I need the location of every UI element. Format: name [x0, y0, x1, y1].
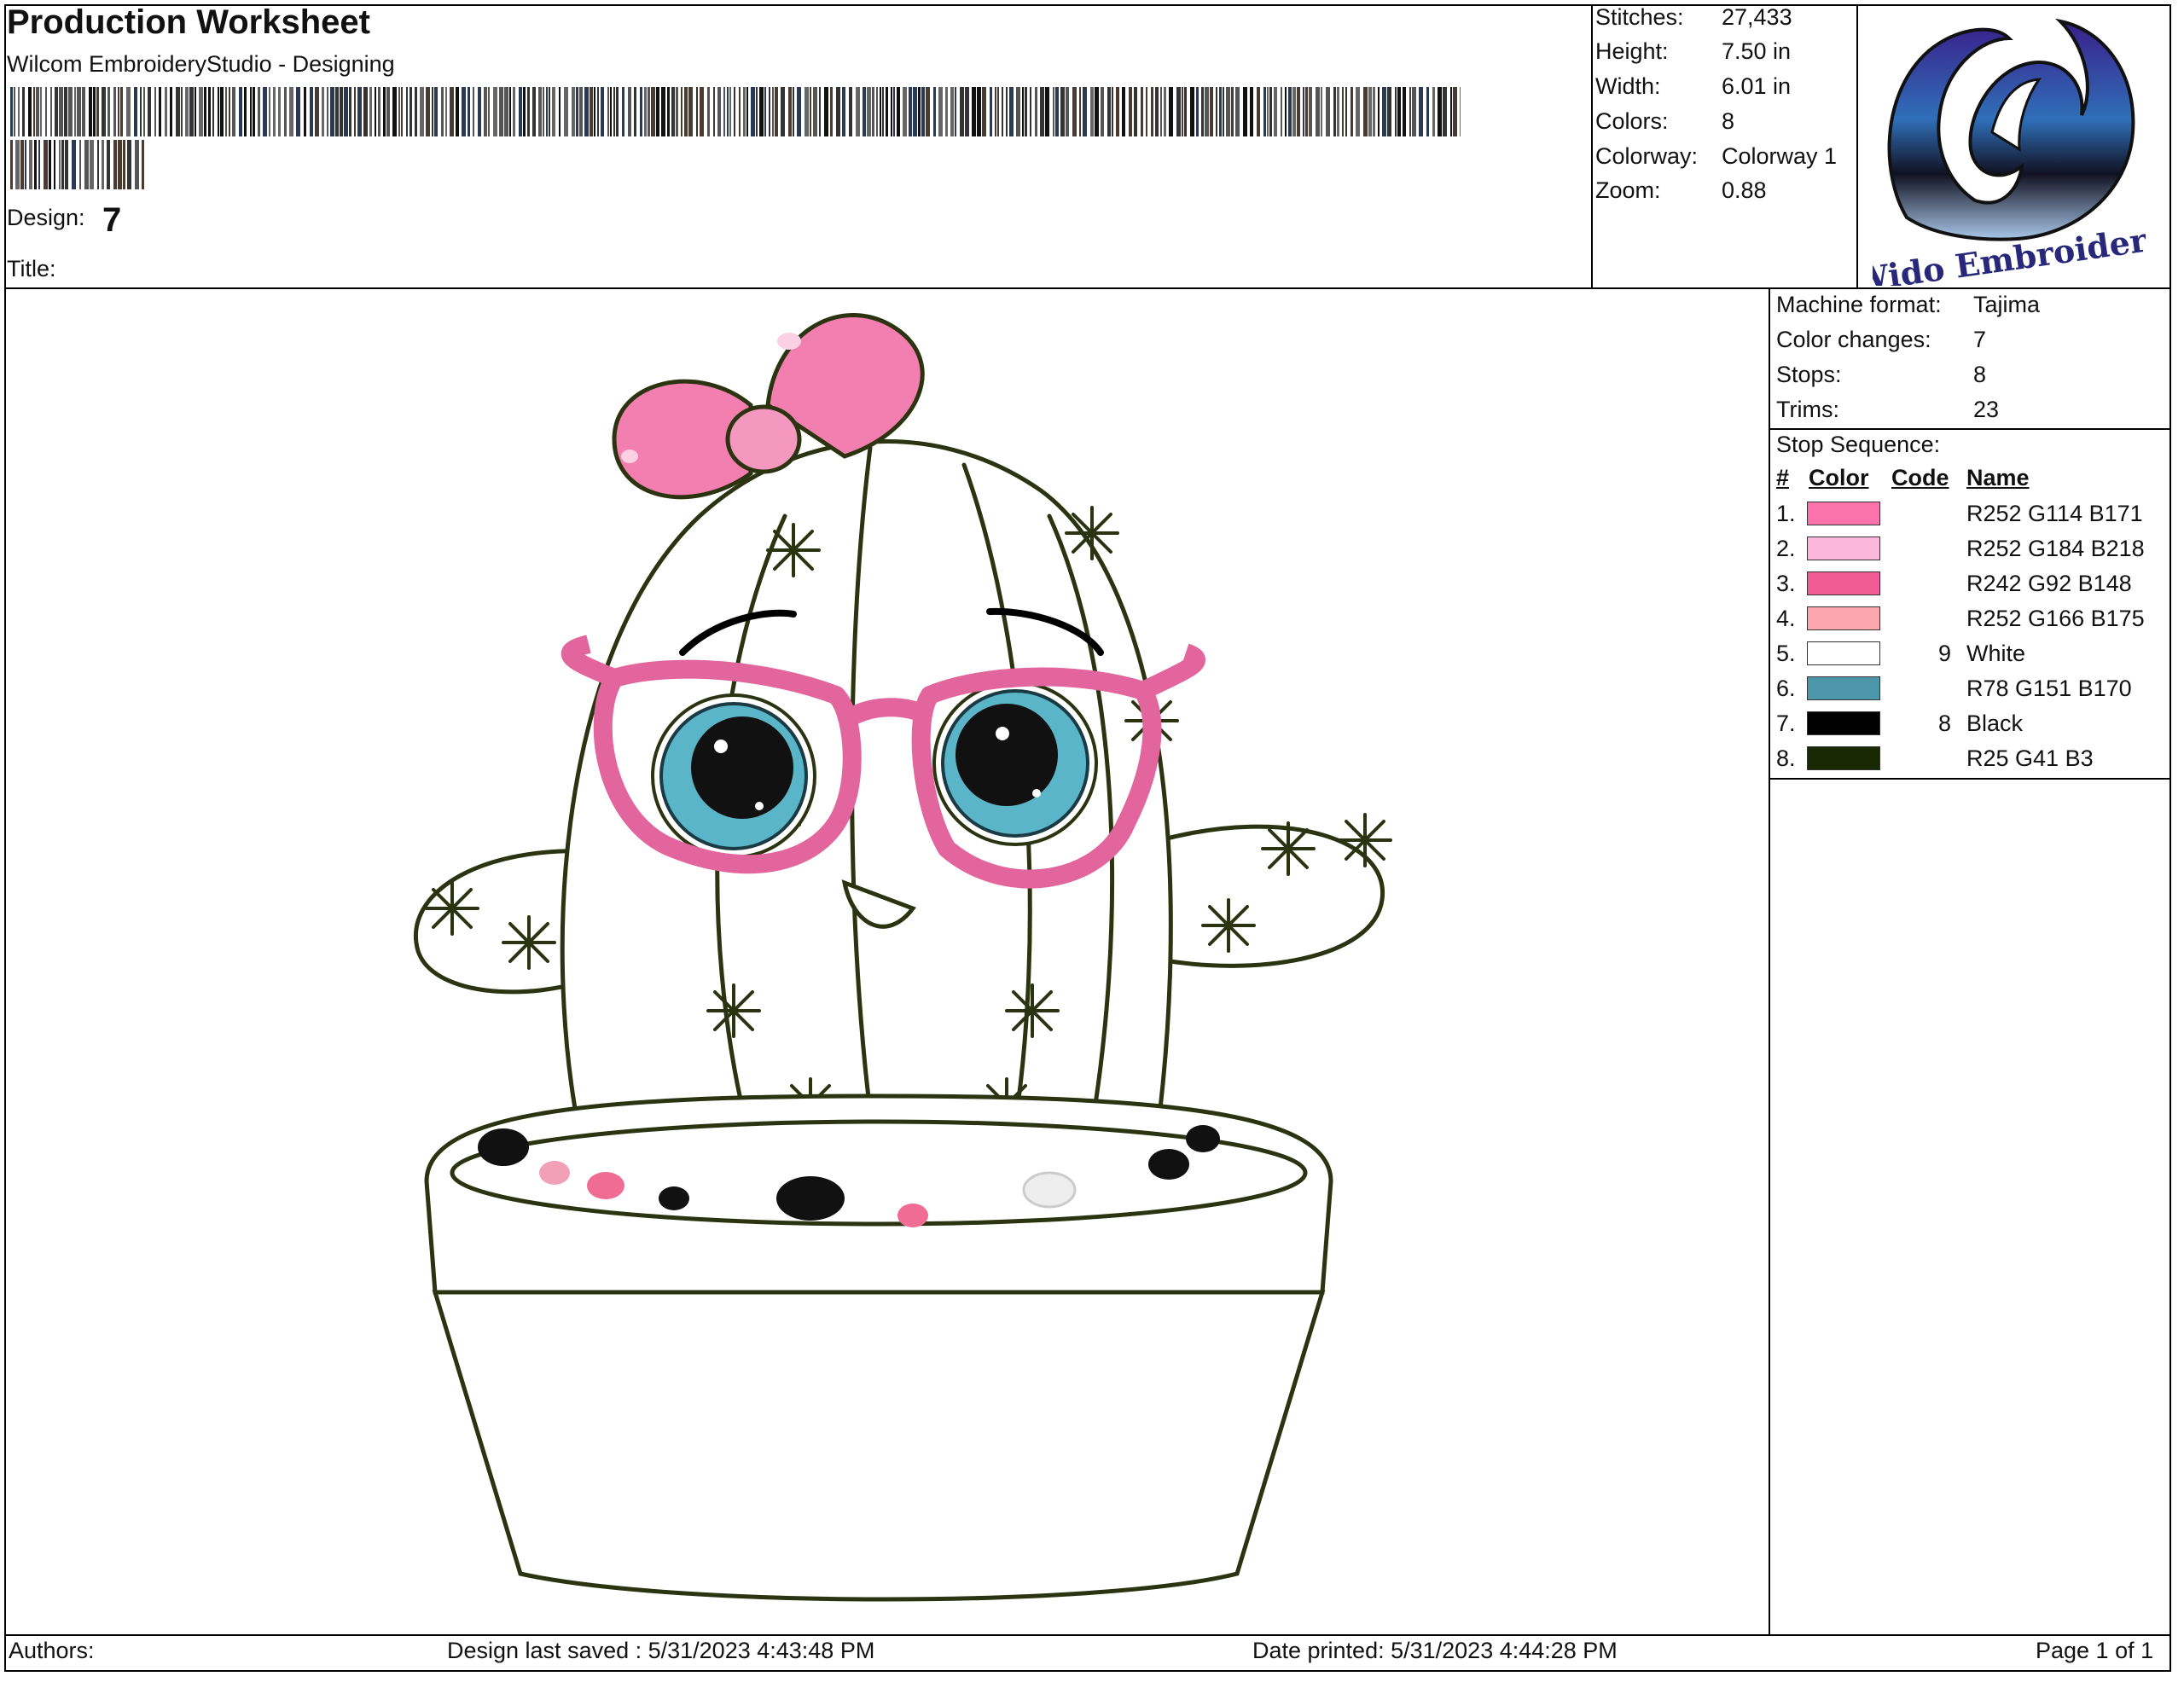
design-last-saved: Design last saved : 5/31/2023 4:43:48 PM — [447, 1638, 875, 1663]
machine-format-value: Tajima — [1973, 292, 2041, 317]
embroidery-design-preview — [414, 313, 1392, 1602]
color-swatch — [1807, 746, 1880, 770]
seq-name: R252 G184 B218 — [1966, 536, 2145, 561]
header-divider — [4, 287, 2171, 289]
color-changes-value: 7 — [1973, 327, 1987, 352]
stat-label-height: Height: — [1595, 38, 1669, 64]
stat-label-width: Width: — [1595, 73, 1661, 99]
seq-name: R242 G92 B148 — [1966, 571, 2132, 596]
date-printed: Date printed: 5/31/2023 4:44:28 PM — [1252, 1638, 1618, 1663]
color-swatch — [1807, 502, 1880, 525]
stops-value: 8 — [1973, 362, 1987, 387]
color-swatch — [1807, 641, 1880, 665]
col-header-num: # — [1776, 465, 1790, 490]
sequence-divider — [1769, 778, 2171, 780]
sidebar-divider — [1769, 287, 1770, 1635]
seq-num: 2. — [1776, 536, 1796, 561]
barcode — [10, 87, 1461, 189]
color-swatch — [1807, 711, 1880, 735]
page-title: Production Worksheet — [7, 3, 370, 41]
footer-divider — [4, 1634, 2171, 1636]
seq-num: 6. — [1776, 676, 1796, 701]
authors-label: Authors: — [9, 1638, 95, 1663]
stop-sequence-label: Stop Sequence: — [1776, 432, 1941, 457]
seq-num: 4. — [1776, 606, 1796, 631]
stat-value-colorway: Colorway 1 — [1722, 143, 1838, 169]
stat-label-stitches: Stitches: — [1595, 4, 1684, 30]
stat-value-height: 7.50 in — [1722, 38, 1792, 64]
seq-name: R78 G151 B170 — [1966, 676, 2132, 701]
color-swatch — [1807, 606, 1880, 630]
color-swatch — [1807, 571, 1880, 595]
seq-code: 8 — [1938, 711, 1952, 736]
stat-value-width: 6.01 in — [1722, 73, 1792, 99]
color-changes-label: Color changes: — [1776, 327, 1931, 352]
col-header-code: Code — [1891, 465, 1949, 490]
title-label: Title: — [7, 256, 56, 281]
seq-num: 3. — [1776, 571, 1796, 596]
seq-name: Black — [1966, 711, 2024, 736]
color-swatch — [1807, 676, 1880, 700]
stat-value-colors: 8 — [1722, 108, 1735, 134]
trims-value: 23 — [1973, 397, 2000, 422]
seq-num: 8. — [1776, 745, 1796, 771]
wido-embroidery-logo: Wido Embroidery — [1873, 18, 2146, 286]
stat-label-colorway: Colorway: — [1595, 143, 1699, 169]
seq-name: R252 G166 B175 — [1966, 606, 2145, 631]
stat-label-zoom: Zoom: — [1595, 177, 1661, 203]
page-indicator: Page 1 of 1 — [2036, 1638, 2154, 1663]
seq-num: 7. — [1776, 711, 1796, 736]
col-header-color: Color — [1809, 465, 1869, 490]
seq-name: R25 G41 B3 — [1966, 745, 2094, 771]
stats-divider-right — [1856, 4, 1858, 288]
seq-name: R252 G114 B171 — [1966, 501, 2143, 526]
stat-label-colors: Colors: — [1595, 108, 1669, 134]
design-number: 7 — [102, 201, 122, 239]
seq-num: 5. — [1776, 641, 1796, 666]
stat-value-stitches: 27,433 — [1722, 4, 1792, 30]
design-label: Design: — [7, 205, 85, 230]
seq-name: White — [1966, 641, 2026, 666]
col-header-name: Name — [1966, 465, 2030, 490]
stops-label: Stops: — [1776, 362, 1842, 387]
machine-format-label: Machine format: — [1776, 292, 1942, 317]
stat-value-zoom: 0.88 — [1722, 177, 1767, 203]
seq-code: 9 — [1938, 641, 1952, 666]
trims-label: Trims: — [1776, 397, 1839, 422]
app-subtitle: Wilcom EmbroideryStudio - Designing — [7, 51, 395, 77]
stats-divider-left — [1591, 4, 1593, 288]
color-swatch — [1807, 537, 1880, 560]
machine-divider — [1769, 428, 2171, 430]
seq-num: 1. — [1776, 501, 1796, 526]
